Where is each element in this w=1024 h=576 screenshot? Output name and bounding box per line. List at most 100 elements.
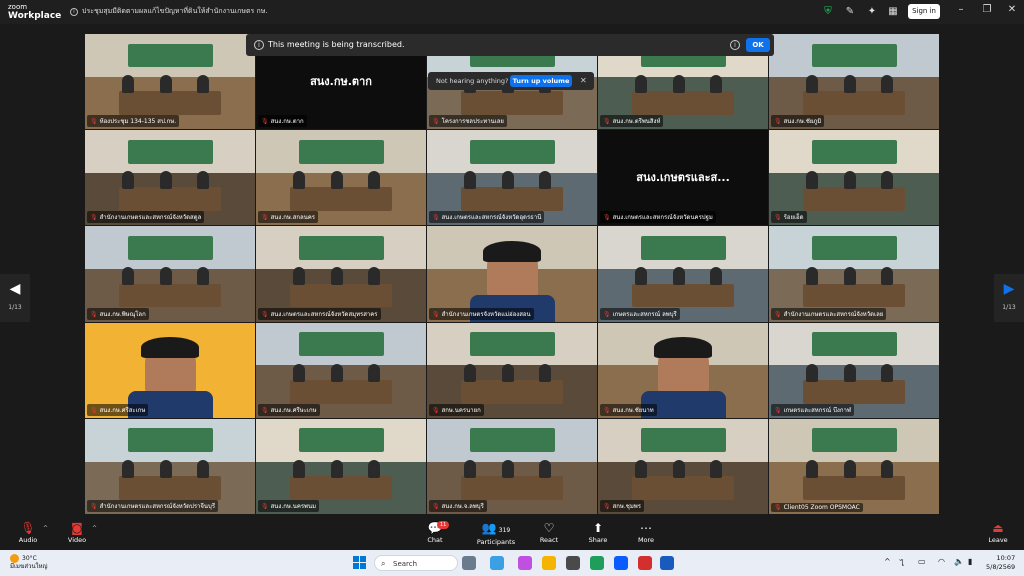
participant-nameplate: 🎙 เกษตรและสหกรณ์ ลพบุรี	[600, 307, 680, 320]
mic-muted-icon: 🎙	[432, 310, 440, 318]
edge-icon[interactable]	[590, 556, 604, 570]
participant-tile[interactable]: 🎙 สนง.กษ.ชัยนาท	[598, 322, 768, 418]
participant-tile[interactable]: 🎙 สนง.เกษตรและสหกรณ์จังหวัดสมุทรสาคร	[256, 226, 426, 322]
participant-tile[interactable]: 🎙 ร้อยเอ็ด	[769, 130, 939, 226]
sign-in-button[interactable]: Sign in	[908, 4, 940, 19]
shield-icon[interactable]: ⛨	[821, 5, 835, 19]
task-view-icon[interactable]	[462, 556, 476, 570]
participant-name: สนง.กษ.นครพนม	[270, 502, 317, 510]
taskbar-search[interactable]: ⌕ Search	[374, 555, 458, 571]
zoom-icon[interactable]	[614, 556, 628, 570]
participant-tile[interactable]: 🎙 สนง.กษ.จ.ลพบุรี	[427, 418, 597, 514]
participant-nameplate: 🎙 สนง.กษ.ศรีษะเกษ	[258, 403, 320, 416]
participant-display-name: สนง.เกษตรและส...	[636, 171, 730, 185]
participants-button[interactable]: 👥 319 Participants	[468, 521, 524, 546]
participant-tile[interactable]: 🎙 สำนักงานเกษตรจังหวัดแม่ฮ่องสอน	[427, 226, 597, 322]
chevron-up-icon[interactable]: ^	[884, 557, 891, 566]
participant-nameplate: 🎙 สนง.เกษตรและสหกรณ์จังหวัดอุดรธานี	[429, 211, 545, 224]
participant-nameplate: 🎙 สนง.กษ.ศรีสะเกษ	[87, 403, 149, 416]
participant-tile[interactable]: 🎙 สนง.เกษตรและสหกรณ์จังหวัดอุดรธานี	[427, 130, 597, 226]
pdf-icon[interactable]	[638, 556, 652, 570]
heart-icon: ♡	[543, 521, 555, 535]
video-feed	[769, 418, 939, 514]
windows-start-icon[interactable]	[353, 556, 367, 570]
participant-tile[interactable]: 🎙 เกษตรและสหกรณ์ ลพบุรี	[598, 226, 768, 322]
participant-tile[interactable]: 🎙 ห้องประชุม 134-135 สป.กษ.	[85, 34, 255, 130]
participant-tile[interactable]: สนง.เกษตรและส... 🎙 สนง.เกษตรและสหกรณ์จังหว…	[598, 130, 768, 226]
video-stage: ◀ 1/13 ▶ 1/13 🎙 ห้องประชุม 134-135 สป.กษ.…	[0, 24, 1024, 518]
battery-icon[interactable]: ▮	[968, 557, 972, 566]
meeting-title-text: ประชุมสุมมีติดตามผลแก้ไขปัญหาที่ดินให้สำ…	[82, 7, 268, 15]
more-button[interactable]: ⋯ More	[626, 521, 666, 544]
participant-tile[interactable]: 🎙 เกษตรและสหกรณ์ บึงกาฬ	[769, 322, 939, 418]
react-button[interactable]: ♡ React	[529, 521, 569, 544]
participant-name: โครงการชลประทานเลย	[441, 118, 504, 126]
clock[interactable]: 10:07 5/8/2569	[986, 554, 1015, 572]
participant-tile[interactable]: 🎙 สำนักงานเกษตรและสหกรณ์จังหวัดสตูล	[85, 130, 255, 226]
mic-muted-icon: 🎙	[432, 118, 440, 126]
participant-nameplate: 🎙 สนง.เกษตรและสหกรณ์จังหวัดสมุทรสาคร	[258, 307, 381, 320]
participant-tile[interactable]: 🎙 สนง.กษ.ศรีสะเกษ	[85, 322, 255, 418]
turn-up-volume-button[interactable]: Turn up volume	[510, 75, 572, 87]
chat-button[interactable]: 💬 11 Chat	[415, 521, 455, 544]
video-button[interactable]: ◙ Video ^	[57, 521, 97, 544]
minimize-icon[interactable]: –	[953, 4, 969, 15]
mic-muted-icon: 🎙	[603, 214, 611, 222]
weather-widget[interactable]: 30°C มีเมฆส่วนใหญ่	[10, 554, 48, 571]
display-icon[interactable]: ▭	[918, 557, 926, 566]
mic-muted-icon: 🎙	[603, 502, 611, 510]
copilot-icon[interactable]	[518, 556, 532, 570]
participant-name: Client05 Zoom OPSMOAC	[783, 503, 860, 511]
chevron-up-icon[interactable]: ^	[92, 525, 97, 532]
participant-name: สนง.กษ.ชัยนาท	[612, 406, 654, 414]
widgets-icon[interactable]	[490, 556, 504, 570]
participant-name: สนง.กษ.ศรีษะเกษ	[270, 406, 317, 414]
leave-button[interactable]: ⏏ Leave	[978, 521, 1018, 544]
notes-icon[interactable]: ✎	[843, 5, 857, 19]
participant-name: สำนักงานเกษตรและสหกรณ์จังหวัดปราจีนบุรี	[99, 502, 216, 510]
next-page-button[interactable]: ▶ 1/13	[994, 274, 1024, 322]
participant-nameplate: 🎙 เกษตรและสหกรณ์ บึงกาฬ	[771, 403, 854, 416]
language-icon[interactable]: ไ	[900, 557, 904, 570]
maximize-icon[interactable]: ❐	[979, 4, 995, 15]
participant-name: ร้อยเอ็ด	[783, 214, 804, 222]
mic-muted-icon: 🎙	[261, 214, 269, 222]
participant-tile[interactable]: 🎙 สนง.กษ.นครพนม	[256, 418, 426, 514]
meeting-title[interactable]: i ประชุมสุมมีติดตามผลแก้ไขปัญหาที่ดินให้ส…	[70, 6, 268, 17]
close-icon[interactable]: ✕	[580, 76, 587, 85]
search-label: Search	[393, 560, 418, 568]
info-icon[interactable]: i	[730, 40, 740, 50]
participant-tile[interactable]: 🎙 สำนักงานเกษตรและสหกรณ์จังหวัดปราจีนบุรี	[85, 418, 255, 514]
ok-button[interactable]: OK	[746, 38, 770, 52]
participant-tile[interactable]: 🎙 สกษ.นครนายก	[427, 322, 597, 418]
participant-tile[interactable]: 🎙 สนง.กษ.ศรีษะเกษ	[256, 322, 426, 418]
prev-page-button[interactable]: ◀ 1/13	[0, 274, 30, 322]
volume-icon[interactable]: 🔈	[954, 557, 964, 566]
wifi-icon[interactable]: ◠	[938, 557, 945, 566]
chevron-up-icon[interactable]: ^	[43, 525, 48, 532]
share-button[interactable]: ⬆ Share	[578, 521, 618, 544]
participant-tile[interactable]: 🎙 Client05 Zoom OPSMOAC	[769, 418, 939, 514]
participant-tile[interactable]: 🎙 สนง.กษ.ชัยภูมิ	[769, 34, 939, 130]
chevron-right-icon: ▶	[1003, 281, 1015, 297]
apps-icon[interactable]: ✦	[865, 5, 879, 19]
mic-muted-icon: 🎙	[261, 310, 269, 318]
participant-tile[interactable]: 🎙 สนง.กษ.พิษณุโลก	[85, 226, 255, 322]
camera-icon[interactable]	[566, 556, 580, 570]
audio-button[interactable]: 🎙 Audio ^	[8, 521, 48, 544]
file-explorer-icon[interactable]	[542, 556, 556, 570]
info-icon[interactable]: i	[70, 8, 78, 16]
participant-tile[interactable]: 🎙 สนง.กษ.สกลนคร	[256, 130, 426, 226]
close-icon[interactable]: ✕	[1004, 4, 1020, 15]
participant-nameplate: 🎙 สนง.กษ.ชัยภูมิ	[771, 115, 825, 128]
participant-nameplate: 🎙 สกษ.ชุมพร	[600, 499, 644, 512]
word-icon[interactable]	[660, 556, 674, 570]
participant-nameplate: 🎙 สนง.กษ.ชัยนาท	[600, 403, 657, 416]
participant-nameplate: 🎙 สำนักงานเกษตรและสหกรณ์จังหวัดปราจีนบุรี	[87, 499, 219, 512]
view-grid-icon[interactable]: ▦	[886, 5, 900, 19]
mic-muted-icon: 🎙	[261, 118, 269, 126]
participant-tile[interactable]: 🎙 สกษ.ชุมพร	[598, 418, 768, 514]
more-label: More	[637, 536, 655, 544]
participants-label: Participants	[476, 538, 516, 546]
participant-tile[interactable]: 🎙 สำนักงานเกษตรและสหกรณ์จังหวัดเลย	[769, 226, 939, 322]
